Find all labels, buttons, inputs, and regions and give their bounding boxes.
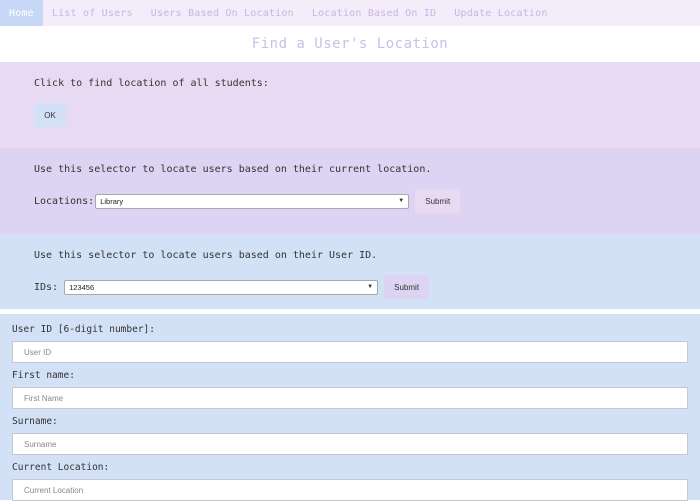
dropdown-arrow-icon: ▼ (398, 198, 405, 204)
page-title: Find a User's Location (0, 26, 700, 62)
current-location-label: Current Location: (12, 462, 110, 473)
surname-input[interactable]: Surname (12, 433, 688, 455)
user-id-input[interactable]: User ID (12, 341, 688, 363)
id-selector-section: Use this selector to locate users based … (0, 234, 700, 309)
location-selector-instruction: Use this selector to locate users based … (34, 164, 432, 175)
ok-button[interactable]: OK (34, 103, 66, 127)
update-user-form: User ID [6-digit number]: User ID First … (0, 312, 700, 501)
user-id-label: User ID [6-digit number]: (12, 324, 155, 335)
locations-select[interactable]: Library ▼ (95, 193, 410, 209)
locations-selected-value: Library (100, 196, 124, 206)
ids-label: IDs: (34, 281, 59, 293)
dropdown-arrow-icon: ▼ (367, 284, 374, 290)
locations-label: Locations: (34, 195, 95, 207)
find-all-instruction: Click to find location of all students: (34, 78, 269, 89)
top-nav: Home List of Users Users Based On Locati… (0, 0, 700, 26)
nav-users-based-on-location[interactable]: Users Based On Location (142, 0, 303, 26)
ids-submit-button[interactable]: Submit (384, 275, 430, 299)
ids-selected-value: 123456 (69, 282, 95, 292)
nav-home[interactable]: Home (0, 0, 43, 26)
current-location-input[interactable]: Current Location (12, 479, 688, 501)
first-name-input[interactable]: First Name (12, 387, 688, 409)
surname-label: Surname: (12, 416, 58, 427)
nav-location-based-on-id[interactable]: Location Based On ID (303, 0, 445, 26)
find-all-section: Click to find location of all students: … (0, 62, 700, 148)
location-selector-section: Use this selector to locate users based … (0, 148, 700, 234)
first-name-label: First name: (12, 370, 75, 381)
nav-update-location[interactable]: Update Location (445, 0, 556, 26)
locations-submit-button[interactable]: Submit (415, 189, 461, 213)
nav-list-of-users[interactable]: List of Users (43, 0, 142, 26)
id-selector-instruction: Use this selector to locate users based … (34, 250, 378, 261)
ids-select[interactable]: 123456 ▼ (64, 279, 379, 295)
